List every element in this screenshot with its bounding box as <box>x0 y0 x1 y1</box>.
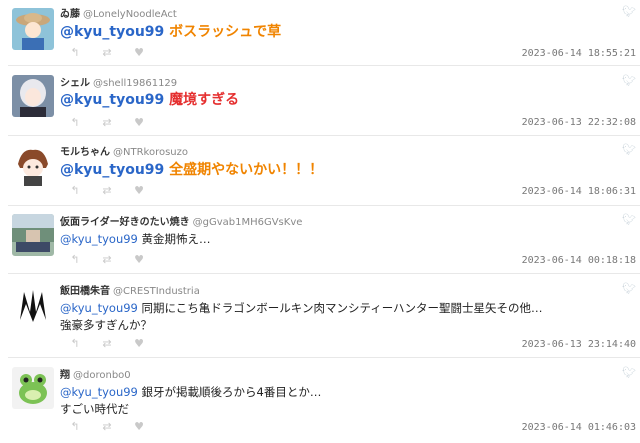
tweet-message-line2: すごい時代だ <box>60 401 129 416</box>
tweet-actions: ↰ ⇄ ♥ <box>68 116 146 129</box>
tweet-author: ゐ藤 @LonelyNoodleAct <box>60 5 177 20</box>
tweet-author: シェル @shell19861129 <box>60 74 177 89</box>
bird-icon[interactable]: 🐦︎ <box>622 366 636 379</box>
retweet-icon[interactable]: ⇄ <box>100 253 114 266</box>
tweet-actions: ↰ ⇄ ♥ <box>68 184 146 197</box>
mention-link[interactable]: @kyu_tyou99 <box>60 162 164 178</box>
tweet-message-line2: 強豪多すぎんか？ <box>60 317 152 332</box>
like-icon[interactable]: ♥ <box>132 253 146 266</box>
tweet-message: ボスラッシュで草 <box>169 24 282 40</box>
tweet-actions: ↰ ⇄ ♥ <box>68 46 146 59</box>
tweet-timestamp[interactable]: 2023-06-13 23:14:40 <box>522 339 636 350</box>
tweet-text: @kyu_tyou99 ボスラッシュで草 <box>60 22 630 42</box>
tweet-author: モルちゃん @NTRkorosuzo <box>60 143 188 158</box>
avatar[interactable] <box>12 214 54 256</box>
reply-icon[interactable]: ↰ <box>68 184 82 197</box>
display-name[interactable]: 仮面ライダー好きのたい焼き <box>60 217 190 228</box>
tweet-card: 仮面ライダー好きのたい焼き @gGvab1MH6GVsKve 🐦︎ @kyu_ty… <box>8 206 640 274</box>
tweet-timestamp[interactable]: 2023-06-13 22:32:08 <box>522 117 636 128</box>
display-name[interactable]: シェル <box>60 78 90 89</box>
tweet-timestamp[interactable]: 2023-06-14 18:55:21 <box>522 48 636 59</box>
tweet-timestamp[interactable]: 2023-06-14 18:06:31 <box>522 186 636 197</box>
mention-link[interactable]: @kyu_tyou99 <box>60 92 164 108</box>
bird-icon[interactable]: 🐦︎ <box>622 143 636 156</box>
tweet-author: 飯田橋朱音 @CRESTIndustria <box>60 282 200 297</box>
mention-link[interactable]: @kyu_tyou99 <box>60 301 138 315</box>
tweet-text: @kyu_tyou99 同期にこち亀ドラゴンボールキン肉マンシティーハンター聖闘… <box>60 300 630 333</box>
tweet-text: @kyu_tyou99 銀牙が掲載順後ろから4番目とか… すごい時代だ <box>60 384 630 417</box>
retweet-icon[interactable]: ⇄ <box>100 420 114 433</box>
tweet-message: 銀牙が掲載順後ろから4番目とか… <box>141 385 322 399</box>
tweet-text: @kyu_tyou99 魔境すぎる <box>60 90 630 110</box>
reply-icon[interactable]: ↰ <box>68 46 82 59</box>
user-handle[interactable]: @gGvab1MH6GVsKve <box>193 217 303 228</box>
tweet-card: 翔 @doronbo0 🐦︎ @kyu_tyou99 銀牙が掲載順後ろから4番目と… <box>8 358 640 443</box>
bird-icon[interactable]: 🐦︎ <box>622 74 636 87</box>
tweet-actions: ↰ ⇄ ♥ <box>68 253 146 266</box>
user-handle[interactable]: @CRESTIndustria <box>113 286 200 297</box>
retweet-icon[interactable]: ⇄ <box>100 116 114 129</box>
like-icon[interactable]: ♥ <box>132 116 146 129</box>
like-icon[interactable]: ♥ <box>132 337 146 350</box>
reply-icon[interactable]: ↰ <box>68 337 82 350</box>
avatar[interactable] <box>12 367 54 409</box>
user-handle[interactable]: @LonelyNoodleAct <box>83 9 177 20</box>
retweet-icon[interactable]: ⇄ <box>100 184 114 197</box>
display-name[interactable]: 飯田橋朱音 <box>60 286 110 297</box>
retweet-icon[interactable]: ⇄ <box>100 337 114 350</box>
tweet-timestamp[interactable]: 2023-06-14 00:18:18 <box>522 255 636 266</box>
retweet-icon[interactable]: ⇄ <box>100 46 114 59</box>
user-handle[interactable]: @NTRkorosuzo <box>113 147 188 158</box>
avatar[interactable] <box>12 144 54 186</box>
tweet-actions: ↰ ⇄ ♥ <box>68 337 146 350</box>
avatar-image <box>12 367 54 409</box>
mention-link[interactable]: @kyu_tyou99 <box>60 385 138 399</box>
mention-link[interactable]: @kyu_tyou99 <box>60 232 138 246</box>
display-name[interactable]: モルちゃん <box>60 147 110 158</box>
display-name[interactable]: 翔 <box>60 370 70 381</box>
bird-icon[interactable]: 🐦︎ <box>622 213 636 226</box>
tweet-message: 全盛期やないかい！！！ <box>169 162 324 178</box>
avatar-image <box>12 214 54 256</box>
tweet-timestamp[interactable]: 2023-06-14 01:46:03 <box>522 422 636 433</box>
avatar-image <box>12 144 54 186</box>
tweet-text: @kyu_tyou99 黄金期怖え… <box>60 231 630 248</box>
bird-icon[interactable]: 🐦︎ <box>622 282 636 295</box>
avatar[interactable] <box>12 8 54 50</box>
tweet-message: 同期にこち亀ドラゴンボールキン肉マンシティーハンター聖闘士星矢その他… <box>141 301 543 315</box>
avatar[interactable] <box>12 284 54 326</box>
user-handle[interactable]: @doronbo0 <box>73 370 131 381</box>
avatar[interactable] <box>12 75 54 117</box>
tweet-card: シェル @shell19861129 🐦︎ @kyu_tyou99 魔境すぎる ↰… <box>8 66 640 136</box>
avatar-image <box>12 75 54 117</box>
bird-icon[interactable]: 🐦︎ <box>622 5 636 18</box>
tweet-author: 翔 @doronbo0 <box>60 366 131 381</box>
reply-icon[interactable]: ↰ <box>68 253 82 266</box>
tweet-message: 魔境すぎる <box>169 92 240 108</box>
tweet-card: モルちゃん @NTRkorosuzo 🐦︎ @kyu_tyou99 全盛期やないか… <box>8 136 640 206</box>
like-icon[interactable]: ♥ <box>132 420 146 433</box>
avatar-image <box>12 284 54 326</box>
tweet-message: 黄金期怖え… <box>141 232 211 246</box>
avatar-image <box>12 8 54 50</box>
tweet-card: ゐ藤 @LonelyNoodleAct 🐦︎ @kyu_tyou99 ボスラッシュ… <box>8 0 640 66</box>
like-icon[interactable]: ♥ <box>132 184 146 197</box>
user-handle[interactable]: @shell19861129 <box>93 78 177 89</box>
like-icon[interactable]: ♥ <box>132 46 146 59</box>
reply-icon[interactable]: ↰ <box>68 116 82 129</box>
reply-feed: ゐ藤 @LonelyNoodleAct 🐦︎ @kyu_tyou99 ボスラッシュ… <box>0 0 640 443</box>
display-name[interactable]: ゐ藤 <box>60 9 80 20</box>
tweet-card: 飯田橋朱音 @CRESTIndustria 🐦︎ @kyu_tyou99 同期にこ… <box>8 274 640 358</box>
tweet-text: @kyu_tyou99 全盛期やないかい！！！ <box>60 160 630 180</box>
tweet-author: 仮面ライダー好きのたい焼き @gGvab1MH6GVsKve <box>60 213 302 228</box>
tweet-actions: ↰ ⇄ ♥ <box>68 420 146 433</box>
reply-icon[interactable]: ↰ <box>68 420 82 433</box>
mention-link[interactable]: @kyu_tyou99 <box>60 24 164 40</box>
